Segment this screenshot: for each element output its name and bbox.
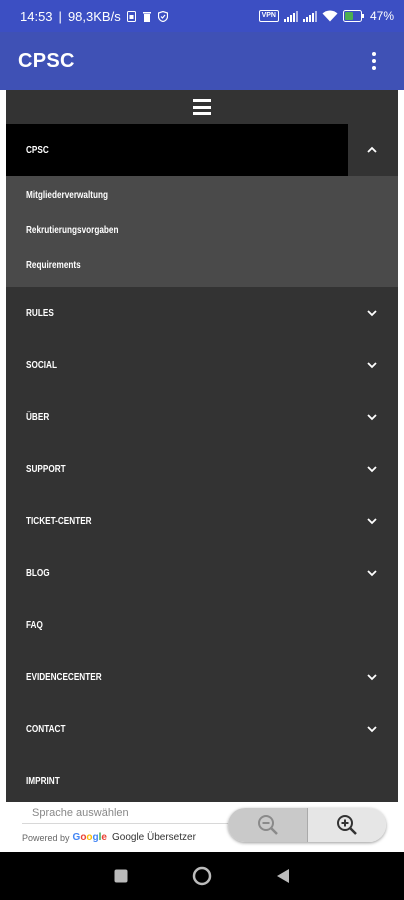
shield-icon xyxy=(157,10,168,22)
menu-item-imprint[interactable]: IMPRINT xyxy=(6,755,398,807)
app-title: CPSC xyxy=(18,49,75,72)
zoom-controls xyxy=(228,808,386,842)
app-bar: CPSC xyxy=(0,32,404,90)
submenu-cpsc: Mitgliederverwaltung Rekrutierungsvorgab… xyxy=(6,176,398,287)
submenu-item-requirements[interactable]: Requirements xyxy=(6,248,398,283)
battery-percent: 47% xyxy=(369,9,394,23)
vpn-icon: VPN xyxy=(258,10,279,22)
signal-icon xyxy=(283,10,298,22)
chevron-down-icon[interactable] xyxy=(366,671,378,683)
sim-icon xyxy=(126,10,136,22)
home-icon[interactable] xyxy=(182,856,222,896)
wifi-icon xyxy=(322,10,338,22)
menu-item-cpsc[interactable]: CPSC xyxy=(6,124,398,176)
menu-item-faq[interactable]: FAQ xyxy=(6,599,398,651)
signal-icon xyxy=(302,10,317,22)
battery-icon xyxy=(342,10,365,22)
status-bar: 14:53 | 98,3KB/s VPN 47% xyxy=(0,0,404,32)
menu-item-blog[interactable]: BLOG xyxy=(6,547,398,599)
zoom-out-icon[interactable] xyxy=(228,808,307,842)
chevron-down-icon[interactable] xyxy=(366,723,378,735)
back-icon[interactable] xyxy=(263,856,303,896)
status-separator: | xyxy=(58,8,62,24)
menu-item-evidencecenter[interactable]: EVIDENCECENTER xyxy=(6,651,398,703)
chevron-down-icon[interactable] xyxy=(366,463,378,475)
menu-toggle-row[interactable] xyxy=(6,90,398,124)
google-logo[interactable]: Google xyxy=(73,832,107,843)
system-nav-bar xyxy=(0,852,404,900)
menu-item-label: CPSC xyxy=(26,144,49,156)
chevron-down-icon[interactable] xyxy=(366,567,378,579)
submenu-item-mitgliederverwaltung[interactable]: Mitgliederverwaltung xyxy=(6,178,398,213)
hamburger-icon[interactable] xyxy=(193,99,211,115)
zoom-in-icon[interactable] xyxy=(307,808,386,842)
menu-item-uber[interactable]: ÜBER xyxy=(6,391,398,443)
language-select-placeholder: Sprache auswählen xyxy=(32,806,129,819)
webview: CPSC Mitgliederverwaltung Rekrutierungsv… xyxy=(0,90,404,852)
powered-by-label: Powered by xyxy=(22,832,70,843)
menu-item-social[interactable]: SOCIAL xyxy=(6,339,398,391)
nav-menu: CPSC Mitgliederverwaltung Rekrutierungsv… xyxy=(6,90,398,802)
more-vert-icon[interactable] xyxy=(362,41,386,81)
menu-item-support[interactable]: SUPPORT xyxy=(6,443,398,495)
chevron-down-icon[interactable] xyxy=(366,307,378,319)
chevron-down-icon[interactable] xyxy=(366,515,378,527)
menu-item-rules[interactable]: RULES xyxy=(6,287,398,339)
chevron-up-icon[interactable] xyxy=(366,144,378,156)
status-net-speed: 98,3KB/s xyxy=(67,8,121,24)
submenu-item-rekrutierungsvorgaben[interactable]: Rekrutierungsvorgaben xyxy=(6,213,398,248)
translator-label[interactable]: Google Übersetzer xyxy=(112,832,196,843)
recents-icon[interactable] xyxy=(101,856,141,896)
menu-item-contact[interactable]: CONTACT xyxy=(6,703,398,755)
chevron-down-icon[interactable] xyxy=(366,359,378,371)
menu-item-ticket-center[interactable]: TICKET-CENTER xyxy=(6,495,398,547)
trash-icon xyxy=(142,11,152,22)
chevron-down-icon[interactable] xyxy=(366,411,378,423)
status-time: 14:53 xyxy=(20,8,53,24)
